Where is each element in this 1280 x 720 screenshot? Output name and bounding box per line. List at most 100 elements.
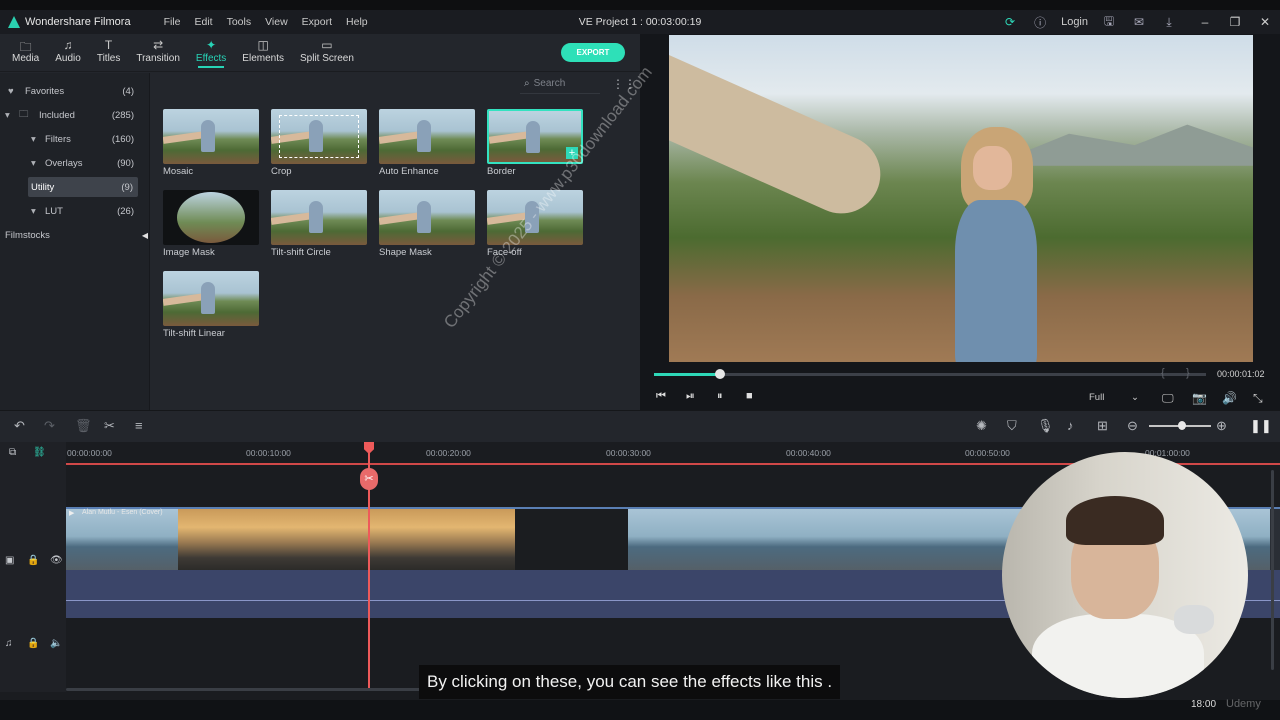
snapshot-icon[interactable]: 📷	[1192, 391, 1207, 405]
close-button[interactable]: ✕	[1250, 15, 1280, 29]
preview-progress-track[interactable]	[654, 373, 1206, 376]
cut-icon[interactable]: ✂	[104, 418, 115, 434]
menu-view[interactable]: View	[258, 16, 295, 28]
tab-audio[interactable]: ♫ Audio	[47, 34, 89, 72]
effect-thumb-crop[interactable]	[271, 109, 367, 164]
zoom-in-icon[interactable]: ⊕	[1216, 418, 1227, 434]
minimize-button[interactable]: –	[1190, 15, 1220, 29]
step-back-icon[interactable]: ⏮	[656, 390, 666, 403]
voiceover-icon[interactable]: ♪	[1067, 418, 1074, 433]
effect-thumb-image-mask[interactable]	[163, 190, 259, 245]
tab-media[interactable]: 🗀 Media	[4, 34, 47, 72]
timeline-horizontal-scrollbar[interactable]	[66, 688, 446, 691]
adjust-icon[interactable]: ≡	[135, 418, 143, 433]
effect-thumb-auto-enhance[interactable]	[379, 109, 475, 164]
split-scissors-icon[interactable]: ✂	[360, 468, 378, 490]
sidebar-item-label: Filters	[45, 133, 71, 145]
effect-thumb-border[interactable]: +	[487, 109, 583, 164]
timeline-vertical-scrollbar[interactable]	[1271, 470, 1274, 670]
tab-split-screen[interactable]: ▭ Split Screen	[292, 34, 362, 72]
marker-icon[interactable]: ⛉	[1007, 418, 1017, 434]
sidebar-item-included[interactable]: ▾ 🗀 Included (285)	[0, 105, 150, 125]
eye-icon[interactable]: 👁	[50, 555, 63, 566]
download-icon[interactable]: ⤓	[1154, 15, 1184, 30]
zoom-slider-handle[interactable]	[1178, 421, 1186, 430]
search-input[interactable]: ⌕ Search	[520, 74, 600, 94]
zoom-out-icon[interactable]: ⊖	[1127, 418, 1138, 434]
effect-label: Tilt-shift Circle	[271, 247, 331, 258]
render-icon[interactable]: ✺	[976, 418, 987, 434]
display-icon[interactable]: 🖵	[1162, 391, 1174, 406]
microphone-icon[interactable]: 🎙	[1037, 418, 1054, 434]
tab-transition[interactable]: ⇄ Transition	[128, 34, 188, 72]
preview-video[interactable]	[669, 35, 1253, 362]
effect-thumb-tilt-shift-linear[interactable]	[163, 271, 259, 326]
effect-thumb-mosaic[interactable]	[163, 109, 259, 164]
speaker-icon[interactable]: 🔈	[50, 638, 62, 649]
effect-thumb-tilt-shift-circle[interactable]	[271, 190, 367, 245]
pause-icon[interactable]: ⏸	[717, 390, 723, 403]
sidebar-item-filmstocks[interactable]: Filmstocks ◀	[0, 225, 150, 245]
mail-icon[interactable]: ✉	[1124, 15, 1154, 29]
collapse-sidebar-icon[interactable]: ◀	[142, 231, 148, 240]
clip-frame	[515, 509, 628, 570]
add-effect-icon[interactable]: +	[566, 147, 578, 159]
tab-label: Media	[12, 53, 40, 64]
tab-effects[interactable]: ✦ Effects	[188, 34, 234, 72]
effects-icon: ✦	[206, 38, 217, 52]
sidebar-item-overlays[interactable]: ▾ Overlays (90)	[0, 153, 150, 173]
tab-label: Split Screen	[299, 53, 354, 64]
undo-icon[interactable]: ↶	[14, 418, 25, 434]
chevron-down-icon: ▾	[5, 109, 10, 121]
ruler-tick-label: 00:00:10:00	[246, 448, 291, 458]
pause-render-icon[interactable]: ❚❚	[1250, 418, 1272, 434]
link-icon[interactable]: ⛓	[33, 447, 46, 458]
quality-select[interactable]: Full ⌄	[1089, 392, 1145, 403]
stop-icon[interactable]: ■	[746, 390, 753, 402]
preview-time: 00:00:01:02	[1217, 369, 1265, 379]
text-icon: T	[104, 38, 113, 52]
sidebar-item-lut[interactable]: ▾ LUT (26)	[0, 201, 150, 221]
effect-label: Image Mask	[163, 247, 215, 258]
video-track-icon: ▣	[5, 555, 15, 566]
redo-icon[interactable]: ↷	[44, 418, 55, 434]
chevron-down-icon: ▾	[31, 133, 36, 145]
info-icon[interactable]: ⓘ	[1025, 14, 1055, 31]
snapshot-frame-icon[interactable]: ⊞	[1097, 418, 1108, 434]
menu-tools[interactable]: Tools	[220, 16, 259, 28]
effect-thumb-shape-mask[interactable]	[379, 190, 475, 245]
sidebar-item-utility[interactable]: Utility (9)	[28, 177, 138, 197]
sync-icon[interactable]: ⟳	[995, 15, 1025, 29]
effect-thumb-face-off[interactable]	[487, 190, 583, 245]
add-track-icon[interactable]: ⧉	[9, 447, 16, 458]
volume-icon[interactable]: 🔊	[1222, 391, 1237, 405]
delete-icon[interactable]: 🗑	[75, 418, 92, 434]
effect-label: Mosaic	[163, 166, 194, 177]
save-icon[interactable]: 🖫	[1094, 12, 1124, 33]
mark-out-icon[interactable]: }	[1186, 367, 1190, 379]
sidebar-item-count: (285)	[111, 109, 134, 121]
search-icon: ⌕	[524, 78, 530, 89]
ruler-tick-label: 00:00:30:00	[606, 448, 651, 458]
mark-in-icon[interactable]: {	[1161, 367, 1165, 379]
fullscreen-icon[interactable]: ⤡	[1253, 391, 1263, 406]
transition-icon: ⇄	[153, 38, 164, 52]
sidebar-item-filters[interactable]: ▾ Filters (160)	[0, 129, 150, 149]
ruler-tick-label: 00:00:00:00	[67, 448, 112, 458]
preview-progress-handle[interactable]	[715, 369, 725, 379]
sidebar-item-favorites[interactable]: ♥ Favorites (4)	[0, 81, 150, 101]
tab-titles[interactable]: T Titles	[89, 34, 129, 72]
lock-icon[interactable]: 🔒	[27, 555, 39, 566]
clip-frame	[740, 509, 853, 570]
menu-file[interactable]: File	[157, 16, 188, 28]
login-button[interactable]: Login	[1055, 16, 1094, 28]
menu-help[interactable]: Help	[339, 16, 375, 28]
menu-export[interactable]: Export	[295, 16, 339, 28]
menu-edit[interactable]: Edit	[187, 16, 219, 28]
maximize-button[interactable]: ❐	[1220, 15, 1250, 29]
sidebar-item-label: Filmstocks	[5, 229, 50, 241]
play-step-icon[interactable]: ⏯	[686, 390, 695, 403]
export-button[interactable]: EXPORT	[561, 43, 625, 62]
lock-icon[interactable]: 🔒	[27, 638, 39, 649]
tab-elements[interactable]: ◫ Elements	[234, 34, 292, 72]
